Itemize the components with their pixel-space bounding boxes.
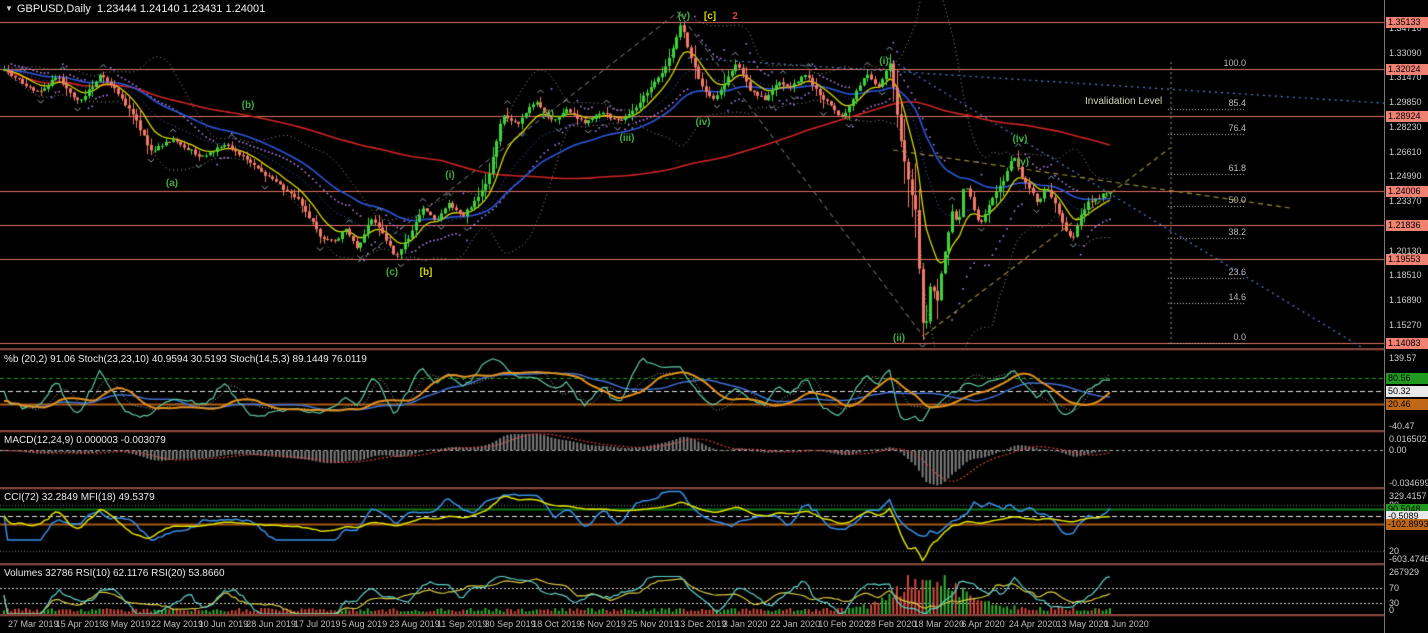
wave-label: (v) <box>1016 157 1030 168</box>
price-axis-tick: 1.26610 <box>1389 146 1422 157</box>
wave-label: (ii) <box>541 109 555 120</box>
chart-title: ▼ GBPUSD,Daily 1.23444 1.24140 1.23431 1.… <box>5 3 265 15</box>
date-label: 22 May 2019 <box>150 619 204 629</box>
wave-label: (v) <box>677 11 691 22</box>
fib-level-label: 23.6 <box>1228 267 1246 278</box>
date-label: 13 May 2020 <box>1056 619 1109 629</box>
fib-level-label: 61.8 <box>1228 162 1246 173</box>
macd-axis-tick: -0.034699 <box>1389 478 1428 488</box>
panel-separator[interactable] <box>0 487 1428 489</box>
cci-mfi-panel-canvas[interactable] <box>0 490 1384 563</box>
date-label: 11 Sep 2019 <box>436 619 488 629</box>
wave-label: (ii) <box>892 333 906 344</box>
bstoch-axis-tick: -40.47 <box>1389 421 1415 431</box>
date-label: 22 Jan 2020 <box>770 619 821 629</box>
macd-axis-tick: 0.016502 <box>1389 434 1427 444</box>
macd-axis-tick: 0.00 <box>1389 445 1407 456</box>
date-label: 3 Jan 2020 <box>722 619 768 629</box>
price-axis-tick: 1.16890 <box>1389 295 1422 306</box>
date-label: 10 Feb 2020 <box>818 619 869 629</box>
ohlc-values: 1.23444 1.24140 1.23431 1.24001 <box>97 3 266 15</box>
date-label: 30 Sep 2019 <box>484 619 536 629</box>
cci-level-badge: -102.8993 <box>1386 518 1428 530</box>
wave-label: 2 <box>732 11 738 22</box>
vol-axis-tick: 267929 <box>1389 567 1420 577</box>
wave-label: (iv) <box>1012 134 1028 145</box>
price-axis-tick: 1.23370 <box>1389 196 1422 207</box>
price-level-badge: 1.24006 <box>1386 186 1428 198</box>
wave-label: (c) <box>385 267 399 278</box>
date-label: 18 Mar 2020 <box>913 619 965 629</box>
date-label: 27 Mar 2019 <box>8 619 59 629</box>
macd-panel-canvas[interactable] <box>0 433 1384 487</box>
fib-level-label: 100.0 <box>1223 58 1246 68</box>
price-chart-canvas[interactable] <box>0 0 1384 348</box>
vol-axis-tick: 70 <box>1389 582 1400 593</box>
price-axis-tick: 1.28230 <box>1389 121 1422 132</box>
fib-level-label: 76.4 <box>1228 122 1246 133</box>
date-label: 28 Feb 2020 <box>865 619 917 629</box>
fib-level-label: 38.2 <box>1228 227 1246 238</box>
fib-level-label: 0.0 <box>1233 331 1246 342</box>
date-label: 6 Nov 2019 <box>579 619 626 629</box>
date-label: 24 Apr 2020 <box>1008 619 1058 629</box>
fib-level-label: 85.4 <box>1228 97 1246 108</box>
wave-label: (b) <box>241 100 255 111</box>
invalidation-level-label: Invalidation Level <box>1085 96 1163 107</box>
collapse-arrow-icon[interactable]: ▼ <box>5 4 13 13</box>
wave-label: [c] <box>703 11 717 22</box>
date-label: 6 Apr 2020 <box>961 619 1005 629</box>
wave-label: (iii) <box>619 133 635 144</box>
price-axis-tick: 1.15270 <box>1389 319 1422 330</box>
price-level-badge: 1.14083 <box>1386 337 1428 349</box>
wave-label: (iv) <box>695 117 711 128</box>
date-label: 18 Oct 2019 <box>532 619 582 629</box>
price-axis-tick: 1.33090 <box>1389 47 1422 58</box>
price-axis-tick: 1.24990 <box>1389 171 1422 182</box>
price-level-badge: 1.28924 <box>1386 111 1428 123</box>
date-label: 13 Dec 2019 <box>675 619 727 629</box>
panel-separator[interactable] <box>0 614 1428 616</box>
bstoch-level-badge: 20.46 <box>1386 398 1428 410</box>
wave-label: (i) <box>879 56 889 67</box>
date-label: 10 Jun 2019 <box>198 619 249 629</box>
volume-panel-label: Volumes 32786 RSI(10) 62.1176 RSI(20) 53… <box>4 568 225 579</box>
wave-label: [b] <box>419 267 433 278</box>
panel-separator[interactable] <box>0 430 1428 432</box>
price-level-badge: 1.32024 <box>1386 64 1428 75</box>
price-axis[interactable]: 1.34710 1.33090 1.31470 1.29850 1.28230 1.266… <box>1384 0 1428 633</box>
date-label: 23 Aug 2019 <box>389 619 440 629</box>
fib-level-label: 50.0 <box>1228 194 1246 205</box>
price-level-badge: 1.19553 <box>1386 254 1428 266</box>
price-level-badge: 1.21836 <box>1386 219 1428 231</box>
date-label: 25 Nov 2019 <box>627 619 679 629</box>
fib-level-label: 14.6 <box>1228 291 1246 302</box>
time-axis[interactable]: 27 Mar 2019 15 Apr 2019 3 May 2019 22 May 2… <box>0 616 1384 633</box>
stochastic-panel-label: %b (20,2) 91.06 Stoch(23,23,10) 40.9594 … <box>4 354 367 365</box>
cci-mfi-panel-label: CCI(72) 32.2849 MFI(18) 49.5379 <box>4 492 155 503</box>
price-level-badge: 1.35133 <box>1386 16 1428 28</box>
bstoch-level-badge: 50.32 <box>1386 385 1428 397</box>
panel-separator[interactable] <box>0 563 1428 565</box>
date-label: 17 Jul 2019 <box>293 619 341 629</box>
price-axis-tick: 1.18510 <box>1389 270 1422 281</box>
price-axis-tick: 1.29850 <box>1389 97 1422 108</box>
wave-label: (i) <box>445 170 455 181</box>
macd-panel-label: MACD(12,24,9) 0.000003 -0.003079 <box>4 435 166 446</box>
vol-axis-tick: 0 <box>1389 605 1395 615</box>
date-label: 28 Jun 2019 <box>246 619 296 629</box>
date-label: 3 May 2019 <box>103 619 151 629</box>
date-label: 15 Apr 2019 <box>55 619 105 629</box>
date-label: 1 Jun 2020 <box>1104 619 1149 629</box>
panel-separator[interactable] <box>0 348 1428 350</box>
mt4-chart-window: ▼ GBPUSD,Daily 1.23444 1.24140 1.23431 1.… <box>0 0 1428 633</box>
bstoch-level-badge: 80.56 <box>1386 372 1428 384</box>
date-label: 5 Aug 2019 <box>341 619 388 629</box>
wave-label: (a) <box>165 178 179 189</box>
cci-axis-tick: -603.4746 <box>1389 554 1428 564</box>
bstoch-axis-tick: 139.57 <box>1389 353 1417 363</box>
symbol-period-label: GBPUSD,Daily <box>16 3 91 15</box>
